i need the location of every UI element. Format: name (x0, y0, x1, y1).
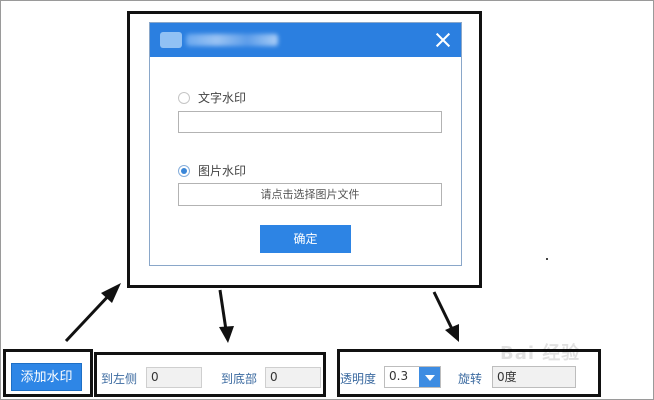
to-left-input[interactable]: 0 (146, 367, 202, 388)
text-watermark-radio[interactable] (178, 91, 190, 104)
to-bottom-input[interactable]: 0 (265, 367, 321, 388)
app-icon (160, 32, 182, 48)
site-watermark: Bai 经验 (500, 343, 581, 364)
confirm-button[interactable]: 确定 (260, 225, 351, 253)
text-watermark-option[interactable]: 文字水印 (178, 89, 246, 106)
opacity-select[interactable]: 0.3 (384, 366, 441, 388)
stray-dot (546, 258, 548, 260)
chevron-down-icon[interactable] (419, 367, 440, 387)
opacity-value: 0.3 (389, 369, 409, 383)
dialog-titlebar (150, 23, 461, 57)
add-watermark-button[interactable]: 添加水印 (11, 363, 82, 391)
pick-image-button[interactable]: 请点击选择图片文件 (178, 183, 442, 206)
rotate-input[interactable]: 0度 (492, 366, 576, 388)
watermark-dialog: 文字水印 图片水印 请点击选择图片文件 确定 (149, 22, 462, 266)
opacity-label: 透明度 (340, 372, 377, 386)
blurred-title (186, 34, 278, 46)
image-watermark-radio[interactable] (178, 164, 190, 177)
text-watermark-input[interactable] (178, 111, 442, 133)
rotate-label: 旋转 (458, 372, 483, 386)
to-left-label: 到左侧 (101, 372, 138, 386)
to-bottom-label: 到底部 (221, 372, 258, 386)
text-watermark-label: 文字水印 (198, 91, 247, 105)
close-icon[interactable] (433, 30, 453, 50)
image-watermark-label: 图片水印 (198, 164, 247, 178)
image-watermark-option[interactable]: 图片水印 (178, 162, 246, 179)
